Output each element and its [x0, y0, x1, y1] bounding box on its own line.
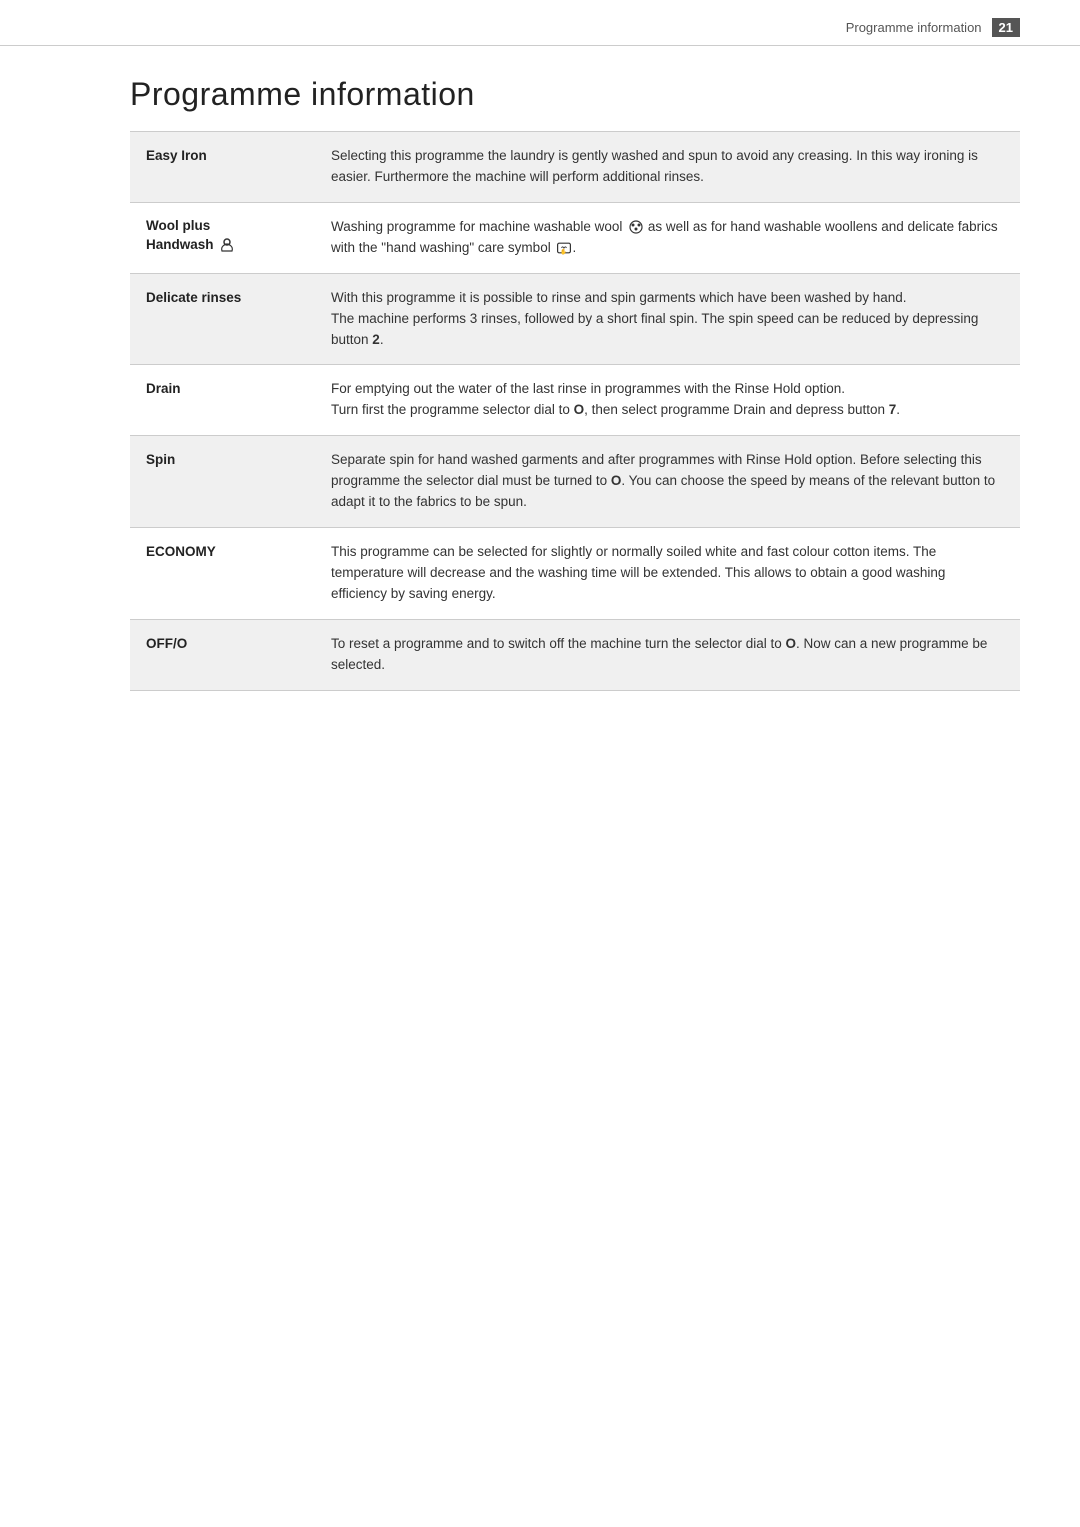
table-row: Drain For emptying out the water of the …: [130, 365, 1020, 436]
handwash-care-icon: ✋: [556, 240, 572, 256]
desc-cell-economy: This programme can be selected for sligh…: [315, 528, 1020, 620]
label-cell-wool-plus: Wool plus Handwash: [130, 202, 315, 273]
table-row: Spin Separate spin for hand washed garme…: [130, 436, 1020, 528]
label-delicate: Delicate rinses: [146, 290, 241, 305]
section-label: Programme information: [846, 20, 982, 35]
page-number: 21: [992, 18, 1020, 37]
label-wool-plus: Wool plus: [146, 217, 299, 236]
label-cell-easy-iron: Easy Iron: [130, 132, 315, 203]
label-cell-delicate: Delicate rinses: [130, 273, 315, 365]
label-cell-economy: ECONOMY: [130, 528, 315, 620]
programme-table: Easy Iron Selecting this programme the l…: [130, 131, 1020, 691]
page-title: Programme information: [130, 76, 1020, 113]
main-content: Programme information Easy Iron Selectin…: [0, 76, 1080, 751]
table-row: Easy Iron Selecting this programme the l…: [130, 132, 1020, 203]
label-offo: OFF/O: [146, 636, 187, 651]
handwash-icon: [219, 237, 235, 253]
header-text: Programme information 21: [846, 18, 1020, 37]
bold-num-7: 7: [889, 402, 897, 417]
label-cell-drain: Drain: [130, 365, 315, 436]
bold-O-spin: O: [611, 473, 622, 488]
page-container: Programme information 21 Programme infor…: [0, 0, 1080, 1527]
desc-cell-drain: For emptying out the water of the last r…: [315, 365, 1020, 436]
table-row: Wool plus Handwash Washing programme for…: [130, 202, 1020, 273]
bold-O-offo: O: [786, 636, 797, 651]
wool-icon: [628, 219, 644, 235]
label-spin: Spin: [146, 452, 175, 467]
label-cell-spin: Spin: [130, 436, 315, 528]
header-bar: Programme information 21: [0, 0, 1080, 46]
table-row: OFF/O To reset a programme and to switch…: [130, 619, 1020, 690]
label-cell-offo: OFF/O: [130, 619, 315, 690]
svg-text:✋: ✋: [560, 248, 567, 256]
desc-cell-offo: To reset a programme and to switch off t…: [315, 619, 1020, 690]
desc-cell-spin: Separate spin for hand washed garments a…: [315, 436, 1020, 528]
bold-O-drain: O: [574, 402, 585, 417]
label-economy: ECONOMY: [146, 544, 216, 559]
label-handwash: Handwash: [146, 236, 299, 255]
label-easy-iron: Easy Iron: [146, 148, 207, 163]
desc-cell-delicate: With this programme it is possible to ri…: [315, 273, 1020, 365]
label-drain: Drain: [146, 381, 181, 396]
desc-cell-easy-iron: Selecting this programme the laundry is …: [315, 132, 1020, 203]
desc-cell-wool-plus: Washing programme for machine washable w…: [315, 202, 1020, 273]
table-row: Delicate rinses With this programme it i…: [130, 273, 1020, 365]
table-row: ECONOMY This programme can be selected f…: [130, 528, 1020, 620]
bold-num-2: 2: [372, 332, 380, 347]
